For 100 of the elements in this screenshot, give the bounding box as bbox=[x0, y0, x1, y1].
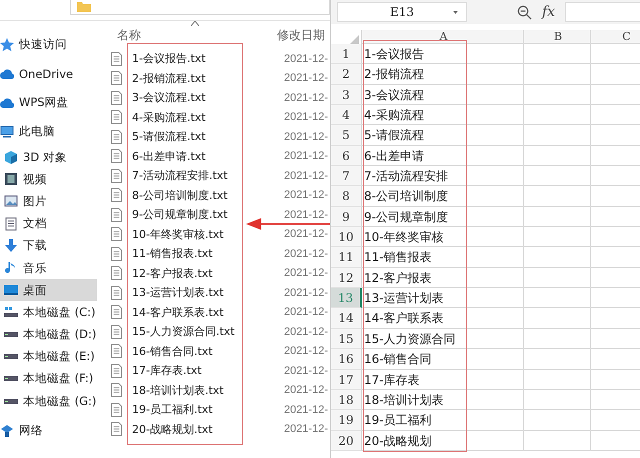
sidebar-item[interactable]: 快速访问 bbox=[0, 30, 97, 59]
cloud-icon bbox=[0, 96, 14, 110]
file-date: 2021-12- bbox=[284, 404, 328, 416]
file-name[interactable]: 17-库存表.txt bbox=[132, 363, 202, 378]
text-file-icon bbox=[111, 324, 122, 339]
file-name[interactable]: 16-销售合同.txt bbox=[132, 344, 213, 359]
file-name[interactable]: 11-销售报表.txt bbox=[132, 246, 213, 262]
text-file-icon bbox=[111, 71, 122, 86]
address-bar[interactable] bbox=[70, 0, 330, 15]
empty-cell[interactable] bbox=[524, 288, 591, 308]
empty-cell[interactable] bbox=[524, 247, 591, 268]
row-header[interactable]: 10 bbox=[331, 227, 362, 248]
file-name[interactable]: 5-请假流程.txt bbox=[132, 129, 206, 144]
file-name[interactable]: 3-会议流程.txt bbox=[132, 90, 206, 106]
empty-cell[interactable] bbox=[524, 328, 591, 350]
file-name[interactable]: 15-人力资源合同.txt bbox=[132, 324, 235, 340]
empty-cell[interactable] bbox=[524, 105, 591, 126]
row-header[interactable]: 7 bbox=[331, 166, 362, 186]
zoom-icon[interactable] bbox=[517, 4, 532, 20]
row-header[interactable]: 15 bbox=[331, 328, 362, 350]
row-header[interactable]: 18 bbox=[331, 390, 362, 410]
sidebar-item[interactable]: 文档 bbox=[0, 212, 97, 235]
file-name[interactable]: 12-客户报表.txt bbox=[132, 266, 213, 281]
empty-cell[interactable] bbox=[524, 410, 591, 431]
row-header[interactable]: 20 bbox=[331, 430, 362, 451]
row-header[interactable]: 17 bbox=[331, 370, 362, 390]
column-header[interactable]: C bbox=[591, 30, 640, 44]
empty-cell[interactable] bbox=[524, 64, 591, 85]
column-header[interactable]: B bbox=[524, 30, 591, 44]
empty-cell[interactable] bbox=[524, 268, 591, 288]
sidebar-item[interactable]: 桌面 bbox=[0, 279, 97, 302]
file-name[interactable]: 9-公司规章制度.txt bbox=[132, 207, 228, 222]
row-header[interactable]: 8 bbox=[331, 186, 362, 207]
name-box[interactable]: E13 bbox=[337, 2, 467, 22]
empty-cell[interactable] bbox=[524, 308, 591, 329]
file-name[interactable]: 10-年终奖审核.txt bbox=[132, 226, 224, 242]
empty-cell[interactable] bbox=[524, 84, 591, 106]
drive-icon bbox=[4, 398, 18, 404]
function-label[interactable]: fx bbox=[542, 4, 556, 20]
text-file-icon bbox=[111, 364, 122, 378]
empty-cell[interactable] bbox=[524, 227, 591, 248]
file-name[interactable]: 2-报销流程.txt bbox=[132, 70, 206, 86]
column-header[interactable]: 修改日期 bbox=[277, 26, 325, 44]
sidebar-item[interactable]: 视频 bbox=[0, 168, 97, 190]
sidebar-item[interactable]: 本地磁盘 (G:) bbox=[0, 390, 97, 412]
text-file-icon bbox=[111, 110, 122, 124]
empty-cell[interactable] bbox=[524, 166, 591, 186]
empty-cell[interactable] bbox=[524, 146, 591, 166]
row-header[interactable]: 3 bbox=[331, 84, 362, 106]
column-header[interactable]: 名称 bbox=[117, 26, 277, 44]
row-header[interactable]: 6 bbox=[331, 146, 362, 166]
sidebar-item[interactable]: 音乐 bbox=[0, 256, 97, 280]
text-file-icon bbox=[111, 246, 122, 261]
sidebar-item[interactable]: 图片 bbox=[0, 190, 97, 213]
row-header[interactable]: 12 bbox=[331, 268, 362, 288]
empty-cell[interactable] bbox=[524, 186, 591, 207]
file-date: 2021-12- bbox=[284, 286, 328, 299]
empty-cell[interactable] bbox=[524, 44, 591, 64]
empty-cell[interactable] bbox=[524, 370, 591, 390]
sidebar-item[interactable]: WPS网盘 bbox=[0, 88, 97, 117]
file-name[interactable]: 13-运营计划表.txt bbox=[132, 285, 224, 300]
row-header[interactable]: 4 bbox=[331, 105, 362, 126]
file-name[interactable]: 20-战略规划.txt bbox=[132, 422, 213, 437]
empty-cell[interactable] bbox=[524, 125, 591, 146]
sidebar-item[interactable]: 本地磁盘 (F:) bbox=[0, 368, 97, 390]
empty-cell[interactable] bbox=[524, 390, 591, 410]
sidebar-item[interactable]: 本地磁盘 (E:) bbox=[0, 346, 97, 368]
file-date: 2021-12- bbox=[284, 150, 328, 162]
file-name[interactable]: 7-活动流程安排.txt bbox=[132, 168, 228, 184]
sidebar-item[interactable]: 网络 bbox=[0, 416, 97, 446]
formula-field[interactable] bbox=[565, 2, 640, 22]
file-date: 2021-12- bbox=[284, 208, 328, 221]
sidebar-item[interactable]: 下载 bbox=[0, 234, 97, 257]
sidebar-item[interactable]: OneDrive bbox=[0, 59, 97, 88]
row-header[interactable]: 19 bbox=[331, 410, 362, 431]
empty-cell[interactable] bbox=[524, 430, 591, 451]
column-header[interactable]: A bbox=[362, 30, 524, 44]
sidebar-item[interactable]: 此电脑 bbox=[0, 117, 97, 146]
text-file-icon bbox=[111, 383, 122, 398]
file-name[interactable]: 19-员工福利.txt bbox=[132, 402, 213, 418]
row-header[interactable]: 1 bbox=[331, 44, 362, 64]
sidebar-item[interactable]: 本地磁盘 (D:) bbox=[0, 324, 97, 346]
row-header[interactable]: 9 bbox=[331, 206, 362, 228]
table-cell: 19-员工福利 bbox=[362, 410, 524, 431]
file-name[interactable]: 1-会议报告.txt bbox=[132, 51, 206, 66]
row-header[interactable]: 14 bbox=[331, 308, 362, 329]
row-header[interactable]: 16 bbox=[331, 349, 362, 370]
file-name[interactable]: 18-培训计划表.txt bbox=[132, 382, 224, 398]
sidebar-item[interactable]: 3D 对象 bbox=[0, 146, 97, 168]
empty-cell[interactable] bbox=[524, 349, 591, 370]
empty-cell[interactable] bbox=[524, 206, 591, 228]
row-header[interactable]: 5 bbox=[331, 125, 362, 146]
file-name[interactable]: 4-采购流程.txt bbox=[132, 110, 206, 125]
sidebar-item[interactable]: 本地磁盘 (C:) bbox=[0, 301, 97, 324]
file-name[interactable]: 14-客户联系表.txt bbox=[132, 304, 224, 320]
row-header[interactable]: 2 bbox=[331, 64, 362, 85]
table-cell: 4-采购流程 bbox=[362, 105, 524, 126]
row-header[interactable]: 11 bbox=[331, 247, 362, 268]
file-name[interactable]: 8-公司培训制度.txt bbox=[132, 188, 228, 203]
file-name[interactable]: 6-出差申请.txt bbox=[132, 148, 206, 164]
